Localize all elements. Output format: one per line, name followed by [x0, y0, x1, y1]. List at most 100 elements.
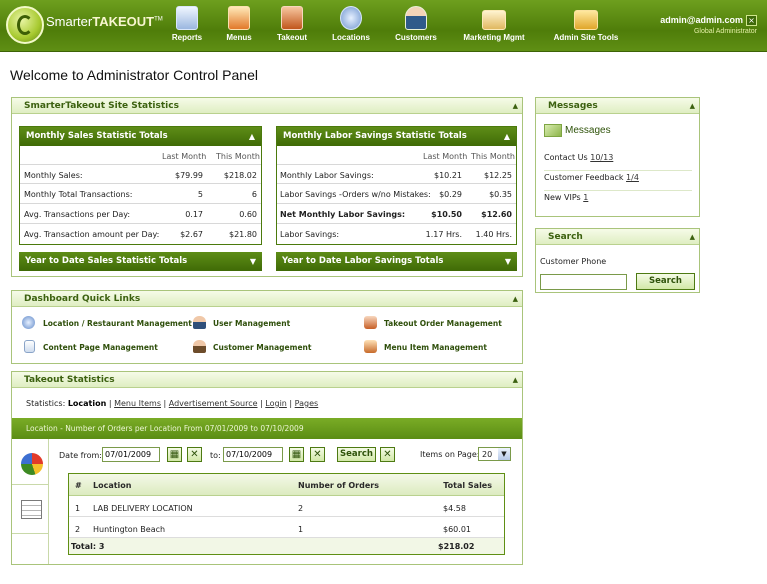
clear-icon[interactable]: ✕	[310, 447, 325, 462]
report-banner: Location - Number of Orders per Location…	[12, 418, 522, 439]
table-row: 1 LAB DELIVERY LOCATION 2 $4.58	[69, 496, 504, 517]
nav-locations[interactable]: Locations	[326, 6, 376, 48]
takeout-statistics-header: Takeout Statistics ▲	[12, 372, 522, 388]
monthly-sales-header[interactable]: Monthly Sales Statistic Totals ▲	[20, 127, 261, 146]
nav-reports[interactable]: Reports	[165, 6, 209, 48]
table-row: Monthly Labor Savings: $10.21 $12.25	[277, 164, 516, 184]
search-header: Search ▲	[536, 229, 699, 245]
col-this-month: This Month	[471, 152, 515, 161]
locations-icon	[340, 6, 362, 30]
page-icon	[24, 340, 35, 353]
tab-pages[interactable]: Pages	[295, 399, 319, 408]
nav-marketing[interactable]: Marketing Mgmt	[456, 6, 532, 48]
collapse-icon[interactable]: ▲	[690, 229, 695, 245]
collapse-icon[interactable]: ▲	[513, 291, 518, 307]
table-total-row: Total: 3 $218.02	[69, 538, 504, 554]
collapse-icon[interactable]: ▲	[513, 98, 518, 114]
menus-icon	[228, 6, 250, 30]
message-row-vips: New VIPs 1	[544, 193, 589, 202]
nav-takeout[interactable]: Takeout	[270, 6, 314, 48]
link-user-management[interactable]: User Management	[213, 319, 290, 328]
customer-phone-label: Customer Phone	[540, 257, 607, 266]
clear-icon[interactable]: ✕	[187, 447, 202, 462]
pie-chart-icon[interactable]	[21, 453, 43, 475]
date-search-button[interactable]: Search	[337, 447, 376, 462]
feedback-link[interactable]: 1/4	[626, 173, 639, 182]
nav-menus[interactable]: Menus	[219, 6, 259, 48]
top-header: SmarterTAKEOUTTM Reports Menus Takeout L…	[0, 0, 767, 52]
col-this-month: This Month	[216, 152, 260, 161]
takeout-box-icon	[364, 316, 377, 329]
marketing-icon	[482, 10, 506, 30]
quick-links-panel: Dashboard Quick Links ▲ Location / Restau…	[11, 290, 523, 364]
monthly-labor-header[interactable]: Monthly Labor Savings Statistic Totals ▲	[277, 127, 516, 146]
message-row-contact: Contact Us 10/13	[544, 153, 692, 171]
collapse-icon[interactable]: ▲	[249, 127, 255, 146]
location-icon	[22, 316, 35, 329]
link-menu-item-management[interactable]: Menu Item Management	[384, 343, 487, 352]
customer-phone-input[interactable]	[540, 274, 627, 290]
collapse-icon[interactable]: ▲	[690, 98, 695, 114]
table-row: Labor Savings: 1.17 Hrs. 1.40 Hrs.	[280, 230, 512, 239]
expand-icon[interactable]: ▼	[505, 252, 511, 271]
nav-customers[interactable]: Customers	[390, 6, 442, 48]
table-row: 2 Huntington Beach 1 $60.01	[69, 517, 504, 538]
items-on-page-label: Items on Page:	[420, 450, 480, 459]
page-title: Welcome to Administrator Control Panel	[10, 67, 258, 83]
user-icon	[193, 316, 206, 329]
monthly-sales-box: Monthly Sales Statistic Totals ▲ Last Mon…	[19, 126, 262, 245]
nav-admin-site-tools[interactable]: Admin Site Tools	[547, 6, 625, 48]
date-from-label: Date from:	[59, 451, 102, 460]
search-panel: Search ▲ Customer Phone Search	[535, 228, 700, 293]
tab-login[interactable]: Login	[265, 399, 287, 408]
customer-icon	[193, 340, 206, 353]
table-row: Avg. Transactions per Day: 0.17 0.60	[20, 204, 261, 224]
link-customer-management[interactable]: Customer Management	[213, 343, 311, 352]
link-takeout-order-management[interactable]: Takeout Order Management	[384, 319, 502, 328]
expand-icon[interactable]: ▼	[250, 252, 256, 271]
table-row: Avg. Transaction amount per Day: $2.67 $…	[24, 230, 257, 239]
statistics-tabs: Statistics: Location | Menu Items | Adve…	[26, 399, 319, 408]
monthly-labor-box: Monthly Labor Savings Statistic Totals ▲ …	[276, 126, 517, 245]
brand-name[interactable]: SmarterTAKEOUTTM	[46, 14, 163, 29]
orders-table: # Location Number of Orders Total Sales …	[68, 473, 505, 555]
user-role: Global Administrator	[693, 28, 757, 35]
collapse-icon[interactable]: ▲	[513, 372, 518, 388]
clear-icon[interactable]: ✕	[380, 447, 395, 462]
customer-search-button[interactable]: Search	[636, 273, 695, 290]
table-row: Monthly Sales: $79.99 $218.02	[20, 164, 261, 184]
table-row: Monthly Total Transactions: 5 6	[20, 184, 261, 204]
envelope-icon	[544, 124, 562, 137]
items-on-page-select[interactable]: 20 ▼	[478, 447, 511, 461]
site-statistics-header: SmarterTakeout Site Statistics ▲	[12, 98, 522, 114]
link-content-page-management[interactable]: Content Page Management	[43, 343, 158, 352]
date-to-label: to:	[210, 451, 221, 460]
takeout-icon	[281, 6, 303, 30]
new-vips-link[interactable]: 1	[583, 193, 588, 202]
tab-advertisement-source[interactable]: Advertisement Source	[169, 399, 258, 408]
calendar-icon[interactable]: ▦	[289, 447, 304, 462]
calendar-icon[interactable]: ▦	[167, 447, 182, 462]
table-header: # Location Number of Orders Total Sales	[69, 474, 504, 496]
tab-menu-items[interactable]: Menu Items	[114, 399, 161, 408]
user-email[interactable]: admin@admin.com	[660, 15, 743, 25]
link-location-management[interactable]: Location / Restaurant Management	[43, 319, 192, 328]
takeout-statistics-panel: Takeout Statistics ▲ Statistics: Location…	[11, 371, 523, 565]
messages-panel: Messages ▲ Messages Contact Us 10/13 Cust…	[535, 97, 700, 217]
ytd-sales-bar[interactable]: Year to Date Sales Statistic Totals ▼	[19, 252, 262, 271]
message-row-feedback: Customer Feedback 1/4	[544, 173, 692, 191]
contact-us-link[interactable]: 10/13	[590, 153, 613, 162]
col-last-month: Last Month	[162, 152, 207, 161]
table-row: Net Monthly Labor Savings: $10.50 $12.60	[277, 204, 516, 224]
tab-location[interactable]: Location	[68, 399, 107, 408]
chevron-down-icon: ▼	[498, 448, 510, 460]
messages-header: Messages ▲	[536, 98, 699, 114]
collapse-icon[interactable]: ▲	[504, 127, 510, 146]
table-view-icon[interactable]	[21, 500, 42, 519]
date-to-input[interactable]	[223, 447, 283, 462]
logo-icon[interactable]	[6, 6, 44, 44]
date-from-input[interactable]	[102, 447, 160, 462]
logout-icon[interactable]: ×	[746, 15, 757, 26]
ytd-labor-bar[interactable]: Year to Date Labor Savings Totals ▼	[276, 252, 517, 271]
table-row: Labor Savings -Orders w/no Mistakes: $0.…	[277, 184, 516, 204]
